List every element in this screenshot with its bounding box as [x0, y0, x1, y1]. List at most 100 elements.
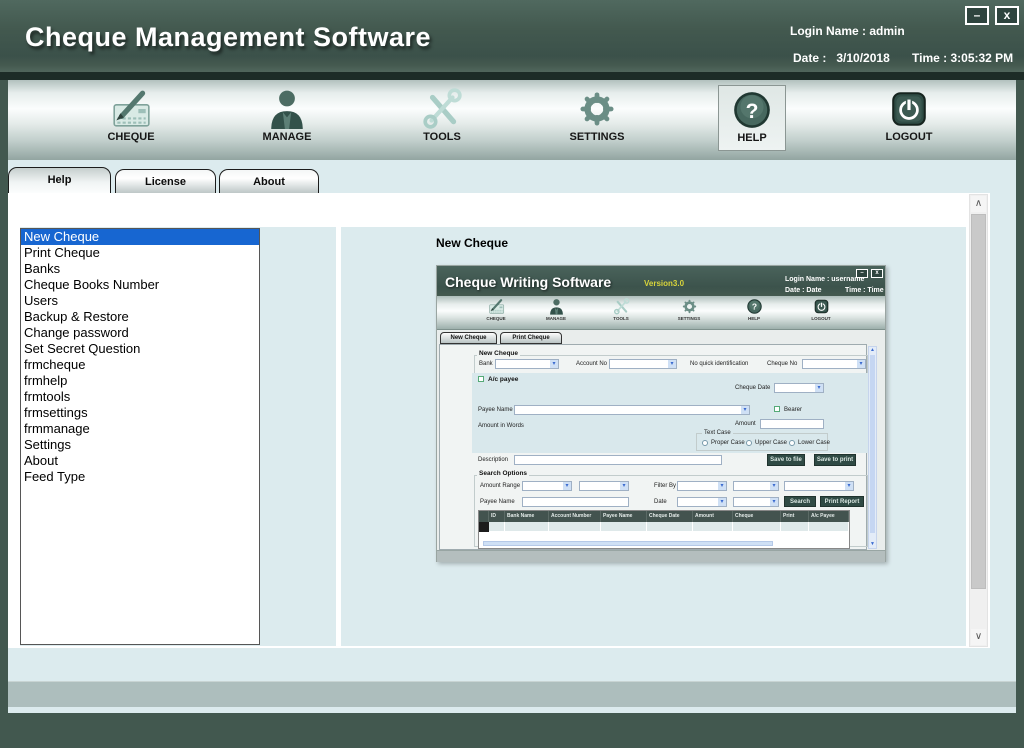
mini-cheque-date-label: Cheque Date [735, 385, 770, 391]
mini-vertical-scrollbar: ▲ ▼ [868, 346, 877, 549]
mini-upper-case-radio [746, 440, 752, 446]
mini-amount-input [760, 419, 824, 429]
mini-filter-dropdown-2: ▾ [733, 481, 779, 491]
mini-amount-range-label: Amount Range [480, 483, 520, 489]
toolbar-button-tools[interactable]: TOOLS [408, 85, 476, 151]
list-item[interactable]: Cheque Books Number [21, 277, 259, 293]
mini-lower-case-label: Lower Case [798, 440, 830, 446]
mini-search-button: Search [784, 496, 816, 507]
mini-status-strip [437, 550, 885, 562]
grid-header: Account Number [549, 511, 601, 522]
dropdown-arrow-icon: ▾ [770, 498, 778, 506]
toolbar-button-cheque[interactable]: CHEQUE [97, 85, 165, 151]
mini-amount-range-dropdown-2: ▾ [579, 481, 629, 491]
mini-toolbar-settings: SETTINGS [669, 298, 709, 321]
list-item[interactable]: Feed Type [21, 469, 259, 485]
list-item[interactable]: frmcheque [21, 357, 259, 373]
topic-heading: New Cheque [436, 236, 508, 250]
scroll-down-icon: ▼ [869, 541, 876, 548]
close-button[interactable]: x [995, 6, 1019, 25]
mini-amount-words-label: Amount in Words [478, 423, 524, 429]
mini-tab-new-cheque: New Cheque [440, 332, 497, 344]
dropdown-arrow-icon: ▾ [741, 406, 749, 414]
mini-date-dropdown-2: ▾ [733, 497, 779, 507]
help-preview-image: Cheque Writing Software Version3.0 Login… [436, 265, 886, 562]
mini-description-input [514, 455, 722, 465]
help-topics-listbox[interactable]: New Cheque Print Cheque Banks Cheque Boo… [20, 228, 260, 645]
mini-toolbar: CHEQUE MANAGE TOOLS SETTINGS HEL [437, 296, 885, 330]
list-item[interactable]: frmsettings [21, 405, 259, 421]
grid-header: Bank Name [505, 511, 549, 522]
toolbar-button-help[interactable]: HELP [718, 85, 786, 151]
manage-icon [548, 298, 565, 315]
dropdown-arrow-icon: ▾ [550, 360, 558, 368]
mini-search-payee-label: Payee Name [480, 499, 515, 505]
grid-selector-header [479, 511, 489, 522]
tab-license[interactable]: License [115, 169, 216, 194]
toolbar-button-manage[interactable]: MANAGE [253, 85, 321, 151]
tools-icon [613, 298, 630, 315]
titlebar-separator [0, 72, 1024, 80]
mini-bank-dropdown: ▾ [495, 359, 559, 369]
list-item[interactable]: New Cheque [21, 229, 259, 245]
tab-help[interactable]: Help [8, 167, 111, 194]
list-item[interactable]: Backup & Restore [21, 309, 259, 325]
mini-ac-payee-label: A/c payee [488, 376, 518, 383]
dropdown-arrow-icon: ▾ [857, 360, 865, 368]
grid-cell [693, 522, 733, 532]
minimize-button[interactable]: – [965, 6, 989, 25]
mini-search-options-label: Search Options [477, 470, 529, 477]
tab-about[interactable]: About [219, 169, 319, 194]
content-area: Help License About New Cheque Print Cheq… [8, 160, 1016, 713]
topics-panel: New Cheque Print Cheque Banks Cheque Boo… [20, 227, 336, 646]
help-page-panel: New Cheque Print Cheque Banks Cheque Boo… [8, 193, 990, 648]
list-item[interactable]: Print Cheque [21, 245, 259, 261]
mini-cheque-no-label: Cheque No [767, 361, 797, 367]
mini-tab-print-cheque: Print Cheque [500, 332, 562, 344]
scroll-down-icon[interactable]: ∨ [971, 629, 986, 645]
scrollbar-thumb[interactable] [971, 214, 986, 589]
list-item[interactable]: Set Secret Question [21, 341, 259, 357]
mini-minimize-button: – [856, 269, 868, 278]
mini-scrollbar-thumb [870, 355, 875, 533]
dropdown-arrow-icon: ▾ [718, 482, 726, 490]
settings-icon [681, 298, 698, 315]
mini-group-label: New Cheque [477, 350, 520, 357]
list-item[interactable]: Change password [21, 325, 259, 341]
toolbar-button-logout[interactable]: LOGOUT [875, 85, 943, 151]
list-item[interactable]: Settings [21, 437, 259, 453]
vertical-scrollbar[interactable]: ∧ ∨ [969, 194, 988, 647]
mini-toolbar-help: HELP [734, 298, 774, 321]
dropdown-arrow-icon: ▾ [718, 498, 726, 506]
mini-proper-case-label: Proper Case [711, 440, 745, 446]
mini-account-dropdown: ▾ [609, 359, 677, 369]
grid-cell [505, 522, 549, 532]
list-item[interactable]: frmmanage [21, 421, 259, 437]
mini-filter-by-label: Filter By [654, 483, 676, 489]
title-bar: Cheque Management Software – x Login Nam… [0, 0, 1024, 72]
grid-header: Cheque Date [647, 511, 693, 522]
help-icon [731, 89, 773, 131]
dropdown-arrow-icon: ▾ [620, 482, 628, 490]
list-item[interactable]: Users [21, 293, 259, 309]
mini-filter-dropdown-3: ▾ [784, 481, 854, 491]
mini-cheque-date-dropdown: ▾ [774, 383, 824, 393]
dropdown-arrow-icon: ▾ [815, 384, 823, 392]
time-label: Time : 3:05:32 PM [912, 51, 1013, 65]
list-item[interactable]: frmhelp [21, 373, 259, 389]
list-item[interactable]: Banks [21, 261, 259, 277]
scroll-up-icon[interactable]: ∧ [971, 196, 986, 212]
mini-search-date-label: Date [654, 499, 667, 505]
cheque-icon [110, 88, 152, 130]
mini-time-label: Time : Time [845, 287, 884, 294]
date-value: 3/10/2018 [836, 51, 889, 65]
list-item[interactable]: About [21, 453, 259, 469]
mini-toolbar-cheque: CHEQUE [476, 298, 516, 321]
list-item[interactable]: frmtools [21, 389, 259, 405]
mini-description-label: Description [478, 457, 508, 463]
dropdown-arrow-icon: ▾ [770, 482, 778, 490]
toolbar-button-settings[interactable]: SETTINGS [563, 85, 631, 151]
cheque-icon [488, 298, 505, 315]
main-toolbar: CHEQUE MANAGE TOOLS SETTINGS HELP LOGOUT [8, 80, 1016, 160]
grid-header: Amount [693, 511, 733, 522]
